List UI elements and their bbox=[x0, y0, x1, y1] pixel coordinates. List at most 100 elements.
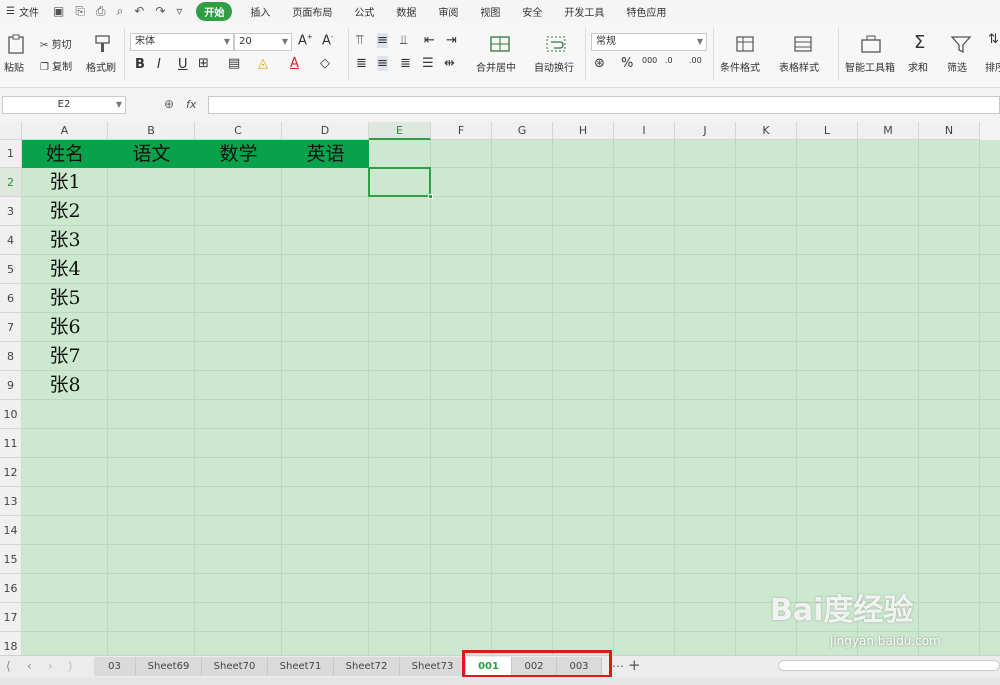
border-icon[interactable]: ⊞ bbox=[198, 56, 209, 71]
name-cell[interactable]: 张7 bbox=[22, 342, 108, 371]
print-preview-icon[interactable]: ⌕ bbox=[117, 4, 124, 19]
tab-insert[interactable]: 插入 bbox=[250, 4, 270, 19]
function-icon[interactable]: fx bbox=[186, 98, 196, 111]
fill-color-icon[interactable]: ◬ bbox=[258, 56, 268, 71]
prev-sheet-icon[interactable]: ‹ bbox=[27, 659, 32, 673]
row-header-8[interactable]: 8 bbox=[0, 342, 22, 371]
font-size-select[interactable]: 20 ▼ bbox=[234, 33, 292, 51]
sheet-tab-03[interactable]: 03 bbox=[94, 657, 136, 676]
tab-developer[interactable]: 开发工具 bbox=[564, 4, 604, 19]
name-cell[interactable]: 张2 bbox=[22, 197, 108, 226]
number-format-select[interactable]: 常规 ▼ bbox=[591, 33, 707, 51]
justify-icon[interactable]: ☰ bbox=[422, 56, 434, 71]
conditional-format-button[interactable]: 条件格式 bbox=[720, 59, 760, 74]
column-header-M[interactable]: M bbox=[858, 122, 919, 140]
decrease-indent-icon[interactable]: ⇤ bbox=[424, 33, 435, 48]
align-center-icon[interactable]: ≡ bbox=[377, 56, 388, 71]
header-cell[interactable]: 英语 bbox=[282, 140, 369, 168]
undo-icon[interactable]: ↶ bbox=[134, 4, 144, 19]
wrap-text-button[interactable]: 自动换行 bbox=[534, 59, 574, 74]
header-cell[interactable]: 语文 bbox=[108, 140, 195, 168]
table-style-button[interactable]: 表格样式 bbox=[779, 59, 819, 74]
filter-button[interactable]: 筛选 bbox=[947, 59, 967, 74]
formula-input[interactable] bbox=[208, 96, 1000, 114]
sort-icon[interactable]: ⇅ bbox=[988, 32, 999, 47]
cut-button[interactable]: ✂ 剪切 bbox=[40, 36, 72, 51]
table-style-icon[interactable] bbox=[793, 34, 815, 54]
row-header-18[interactable]: 18 bbox=[0, 632, 22, 655]
sheet-tab-Sheet70[interactable]: Sheet70 bbox=[202, 657, 268, 676]
column-header-E[interactable]: E bbox=[369, 122, 431, 140]
currency-icon[interactable]: ⊛ bbox=[594, 56, 605, 71]
select-all-corner[interactable] bbox=[0, 122, 22, 140]
column-header-G[interactable]: G bbox=[492, 122, 553, 140]
column-header-J[interactable]: J bbox=[675, 122, 736, 140]
tab-data[interactable]: 数据 bbox=[396, 4, 416, 19]
column-header-F[interactable]: F bbox=[431, 122, 492, 140]
font-name-select[interactable]: 宋体 ▼ bbox=[130, 33, 234, 51]
sum-icon[interactable]: Σ bbox=[914, 32, 925, 53]
redo-icon[interactable]: ↷ bbox=[155, 4, 165, 19]
sort-button[interactable]: 排序 bbox=[985, 59, 1000, 74]
increase-decimal-icon[interactable]: .0 bbox=[665, 56, 673, 65]
paste-button[interactable]: 粘贴 bbox=[4, 59, 24, 74]
save-as-icon[interactable]: ⎘ bbox=[75, 4, 85, 19]
tab-security[interactable]: 安全 bbox=[522, 4, 542, 19]
row-header-15[interactable]: 15 bbox=[0, 545, 22, 574]
italic-icon[interactable]: I bbox=[157, 57, 161, 72]
column-header-D[interactable]: D bbox=[282, 122, 369, 140]
save-icon[interactable]: ▣ bbox=[53, 4, 64, 19]
column-header-K[interactable]: K bbox=[736, 122, 797, 140]
horizontal-scrollbar[interactable] bbox=[778, 660, 1000, 671]
conditional-format-icon[interactable] bbox=[735, 34, 757, 54]
dropdown-icon[interactable]: ▿ bbox=[176, 4, 182, 19]
row-header-7[interactable]: 7 bbox=[0, 313, 22, 342]
fill-handle[interactable] bbox=[428, 194, 433, 199]
name-cell[interactable]: 张4 bbox=[22, 255, 108, 284]
row-header-14[interactable]: 14 bbox=[0, 516, 22, 545]
row-header-13[interactable]: 13 bbox=[0, 487, 22, 516]
header-cell[interactable]: 姓名 bbox=[22, 140, 108, 168]
cell-area[interactable]: 姓名 语文 数学 英语 张1 张2 张3 张4 张5 张6 张7 张8 bbox=[22, 140, 1000, 655]
merge-center-button[interactable]: 合并居中 bbox=[476, 59, 516, 74]
toolbox-icon[interactable] bbox=[860, 34, 882, 54]
bold-icon[interactable]: B bbox=[135, 57, 145, 72]
thousands-separator-icon[interactable]: 000 bbox=[642, 56, 657, 65]
sum-button[interactable]: 求和 bbox=[908, 59, 928, 74]
format-painter-icon[interactable] bbox=[92, 34, 114, 54]
next-sheet-icon[interactable]: › bbox=[48, 659, 53, 673]
merge-center-icon[interactable] bbox=[489, 34, 511, 54]
tab-home[interactable]: 开始 bbox=[196, 1, 233, 21]
first-sheet-icon[interactable]: ⟨ bbox=[6, 659, 11, 673]
name-cell[interactable]: 张6 bbox=[22, 313, 108, 342]
align-bottom-icon[interactable]: ⫫ bbox=[400, 33, 407, 48]
sheet-tab-Sheet69[interactable]: Sheet69 bbox=[136, 657, 202, 676]
header-cell[interactable]: 数学 bbox=[195, 140, 282, 168]
row-header-1[interactable]: 1 bbox=[0, 140, 22, 168]
underline-icon[interactable]: U bbox=[178, 57, 188, 72]
print-icon[interactable]: ⎙ bbox=[96, 4, 106, 19]
increase-font-icon[interactable]: A+ bbox=[298, 33, 313, 48]
filter-icon[interactable] bbox=[950, 34, 972, 54]
row-header-3[interactable]: 3 bbox=[0, 197, 22, 226]
row-header-5[interactable]: 5 bbox=[0, 255, 22, 284]
last-sheet-icon[interactable]: ⟩ bbox=[68, 659, 73, 673]
row-header-2[interactable]: 2 bbox=[0, 168, 22, 197]
row-header-10[interactable]: 10 bbox=[0, 400, 22, 429]
row-header-12[interactable]: 12 bbox=[0, 458, 22, 487]
selected-cell[interactable] bbox=[368, 167, 433, 199]
format-painter-button[interactable]: 格式刷 bbox=[86, 59, 116, 74]
name-cell[interactable]: 张5 bbox=[22, 284, 108, 313]
name-box[interactable]: E2 ▼ bbox=[2, 96, 126, 114]
more-sheets-icon[interactable]: ⋯ bbox=[612, 659, 624, 673]
fill-pattern-icon[interactable]: ▤ bbox=[228, 56, 240, 71]
copy-button[interactable]: ❐ 复制 bbox=[40, 58, 72, 73]
tab-special-apps[interactable]: 特色应用 bbox=[626, 4, 666, 19]
align-right-icon[interactable]: ≣ bbox=[400, 56, 411, 71]
align-top-icon[interactable]: ⫪ bbox=[356, 33, 363, 48]
wrap-text-icon[interactable] bbox=[545, 34, 567, 54]
add-sheet-icon[interactable]: + bbox=[628, 656, 641, 674]
tab-page-layout[interactable]: 页面布局 bbox=[292, 4, 332, 19]
column-header-L[interactable]: L bbox=[797, 122, 858, 140]
column-header-N[interactable]: N bbox=[919, 122, 980, 140]
